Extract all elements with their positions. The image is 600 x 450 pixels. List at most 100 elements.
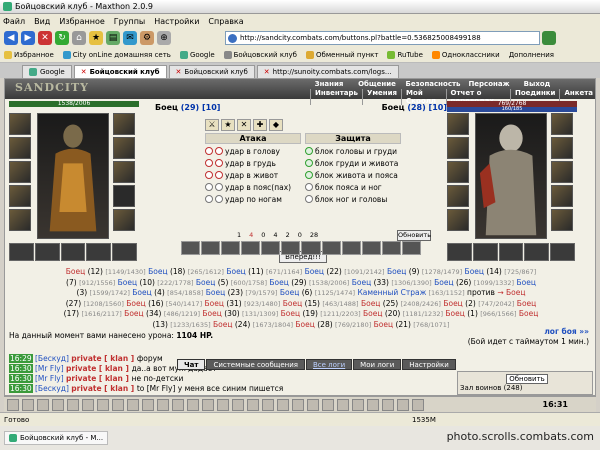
chat-user[interactable]: [Mr Fly] [33, 374, 66, 383]
fighter-name[interactable]: Боец [514, 299, 536, 308]
fighter-name[interactable]: (19) [300, 309, 320, 318]
tab-combats[interactable]: ✕ Бойцовский клуб [168, 65, 255, 78]
fighter-name[interactable]: Боец [130, 288, 151, 297]
chat-user[interactable]: [Бескуд] [33, 354, 72, 363]
defense-option-legs-head[interactable]: блок ног и головы [305, 193, 401, 205]
battle-log-link[interactable]: лог боя »» [544, 327, 589, 336]
fighter-name[interactable]: Боец [514, 278, 535, 287]
menu-settings[interactable]: Настройки [154, 17, 199, 26]
tab-my-logs[interactable]: Мои логи [353, 359, 402, 370]
fighter-name[interactable]: (13) [153, 320, 171, 329]
spell-slot[interactable] [401, 241, 421, 255]
tab-system[interactable]: Системные сообщения [206, 359, 305, 370]
fighter-name[interactable]: Боец [202, 299, 223, 308]
bookmark-cityonline[interactable]: City onLine домашняя сеть [62, 51, 171, 59]
back-icon[interactable]: ◀ [4, 31, 18, 45]
fighter-name[interactable]: (23) [225, 288, 245, 297]
fighter-name[interactable]: Боец [277, 288, 299, 297]
tool-icon[interactable] [52, 398, 64, 411]
fighter-name[interactable]: Боец [66, 267, 85, 276]
fighter-name[interactable]: → Боец [497, 288, 525, 297]
fighter-name[interactable]: Боец [443, 309, 464, 318]
chat-private-tag[interactable]: private [ klan ] [71, 354, 137, 363]
tool-icon[interactable] [187, 398, 199, 411]
chat-time[interactable]: 16:30 [9, 374, 33, 383]
armor-slot[interactable] [9, 185, 31, 207]
ring-slot[interactable] [551, 137, 573, 159]
fighter-name[interactable]: (4) [152, 288, 167, 297]
fighter-name[interactable]: Боец [115, 278, 137, 287]
helmet-slot[interactable] [9, 113, 31, 135]
tool-icon[interactable] [382, 398, 394, 411]
stance-icon[interactable]: ✕ [237, 119, 251, 131]
bookmark-rutube[interactable]: RuTube [387, 51, 423, 59]
chat-private-tag[interactable]: private [ klan ] [66, 374, 132, 383]
fighter-name[interactable]: против [465, 288, 498, 297]
fighter-name[interactable]: Каменный Страж [355, 288, 426, 297]
forward-icon[interactable]: ▶ [21, 31, 35, 45]
bookmark-addons[interactable]: Дополнения [509, 51, 554, 59]
tool-icon[interactable] [397, 398, 409, 411]
tool-icon[interactable] [67, 398, 79, 411]
menu-exit[interactable]: Выход [513, 80, 561, 88]
fighter-name[interactable]: (18) [168, 267, 188, 276]
menu-help[interactable]: Справка [208, 17, 243, 26]
fighter-name[interactable]: Боец [267, 278, 288, 287]
tab-combats-active[interactable]: ✕ Бойцовский клуб [73, 65, 167, 79]
boots-slot[interactable] [551, 209, 573, 231]
tool-icon[interactable] [217, 398, 229, 411]
print-icon[interactable]: ▤ [106, 31, 120, 45]
fighter-name[interactable]: Боец [203, 288, 225, 297]
tool-icon[interactable] [292, 398, 304, 411]
fighter-name[interactable]: Боец [211, 320, 232, 329]
spell-slot[interactable] [221, 241, 241, 255]
tool-icon[interactable] [232, 398, 244, 411]
spell-slot[interactable] [261, 241, 281, 255]
spell-slot[interactable] [321, 241, 341, 255]
spell-slot[interactable] [301, 241, 321, 255]
tool-icon[interactable] [307, 398, 319, 411]
taskbar-item[interactable]: Бойцовский клуб - M... [4, 431, 109, 445]
fighter-name[interactable]: Боец [278, 309, 300, 318]
chat-private-tag[interactable]: private [ klan ] [66, 364, 132, 373]
shield-slot[interactable] [551, 161, 573, 183]
tool-icon[interactable] [337, 398, 349, 411]
chat-time[interactable]: 16:30 [9, 364, 33, 373]
ring-slot[interactable] [113, 137, 135, 159]
fighter-name[interactable]: (12) [85, 267, 105, 276]
fighter-name[interactable]: Боец [432, 278, 453, 287]
fighter-name[interactable]: (14) [484, 267, 504, 276]
tab-chat[interactable]: Чат [177, 359, 206, 370]
fighter-name[interactable]: Боец [359, 299, 380, 308]
defense-option-head-chest[interactable]: блок головы и груди [305, 145, 401, 157]
tab-all-logs[interactable]: Все логи [306, 359, 353, 370]
tool-icon[interactable] [262, 398, 274, 411]
tool-icon[interactable] [82, 398, 94, 411]
fighter-name[interactable]: (31) [224, 299, 244, 308]
fighter-name[interactable]: (2) [463, 299, 478, 308]
fighter-name[interactable]: (15) [302, 299, 322, 308]
tool-icon[interactable] [322, 398, 334, 411]
close-icon[interactable]: ✕ [81, 66, 87, 79]
tool-icon[interactable] [97, 398, 109, 411]
tool-icon[interactable] [202, 398, 214, 411]
fighter-name[interactable]: (7) [66, 278, 79, 287]
bookmark-odnoklassniki[interactable]: Одноклассники [431, 51, 500, 59]
fighter-name[interactable]: (30) [222, 309, 242, 318]
chat-private-tag[interactable]: private [ klan ] [71, 384, 137, 393]
spell-slot[interactable] [281, 241, 301, 255]
favorites-icon[interactable]: ★ [89, 31, 103, 45]
fighter-name[interactable]: Боец [122, 309, 143, 318]
stance-icon[interactable]: ★ [221, 119, 235, 131]
fighter-name[interactable]: Боец [280, 299, 302, 308]
belt-slot[interactable] [9, 209, 31, 231]
fighter-name[interactable]: Боец [302, 267, 324, 276]
attack-option-head[interactable]: удар в голову [205, 145, 301, 157]
go-button[interactable] [542, 31, 556, 45]
fighter-name[interactable]: (26) [454, 278, 474, 287]
tool-icon[interactable] [412, 398, 424, 411]
tool-icon[interactable] [247, 398, 259, 411]
menu-character[interactable]: Персонаж [465, 80, 513, 88]
spell-slot[interactable] [181, 241, 201, 255]
fighter-name[interactable]: (27) [66, 299, 84, 308]
